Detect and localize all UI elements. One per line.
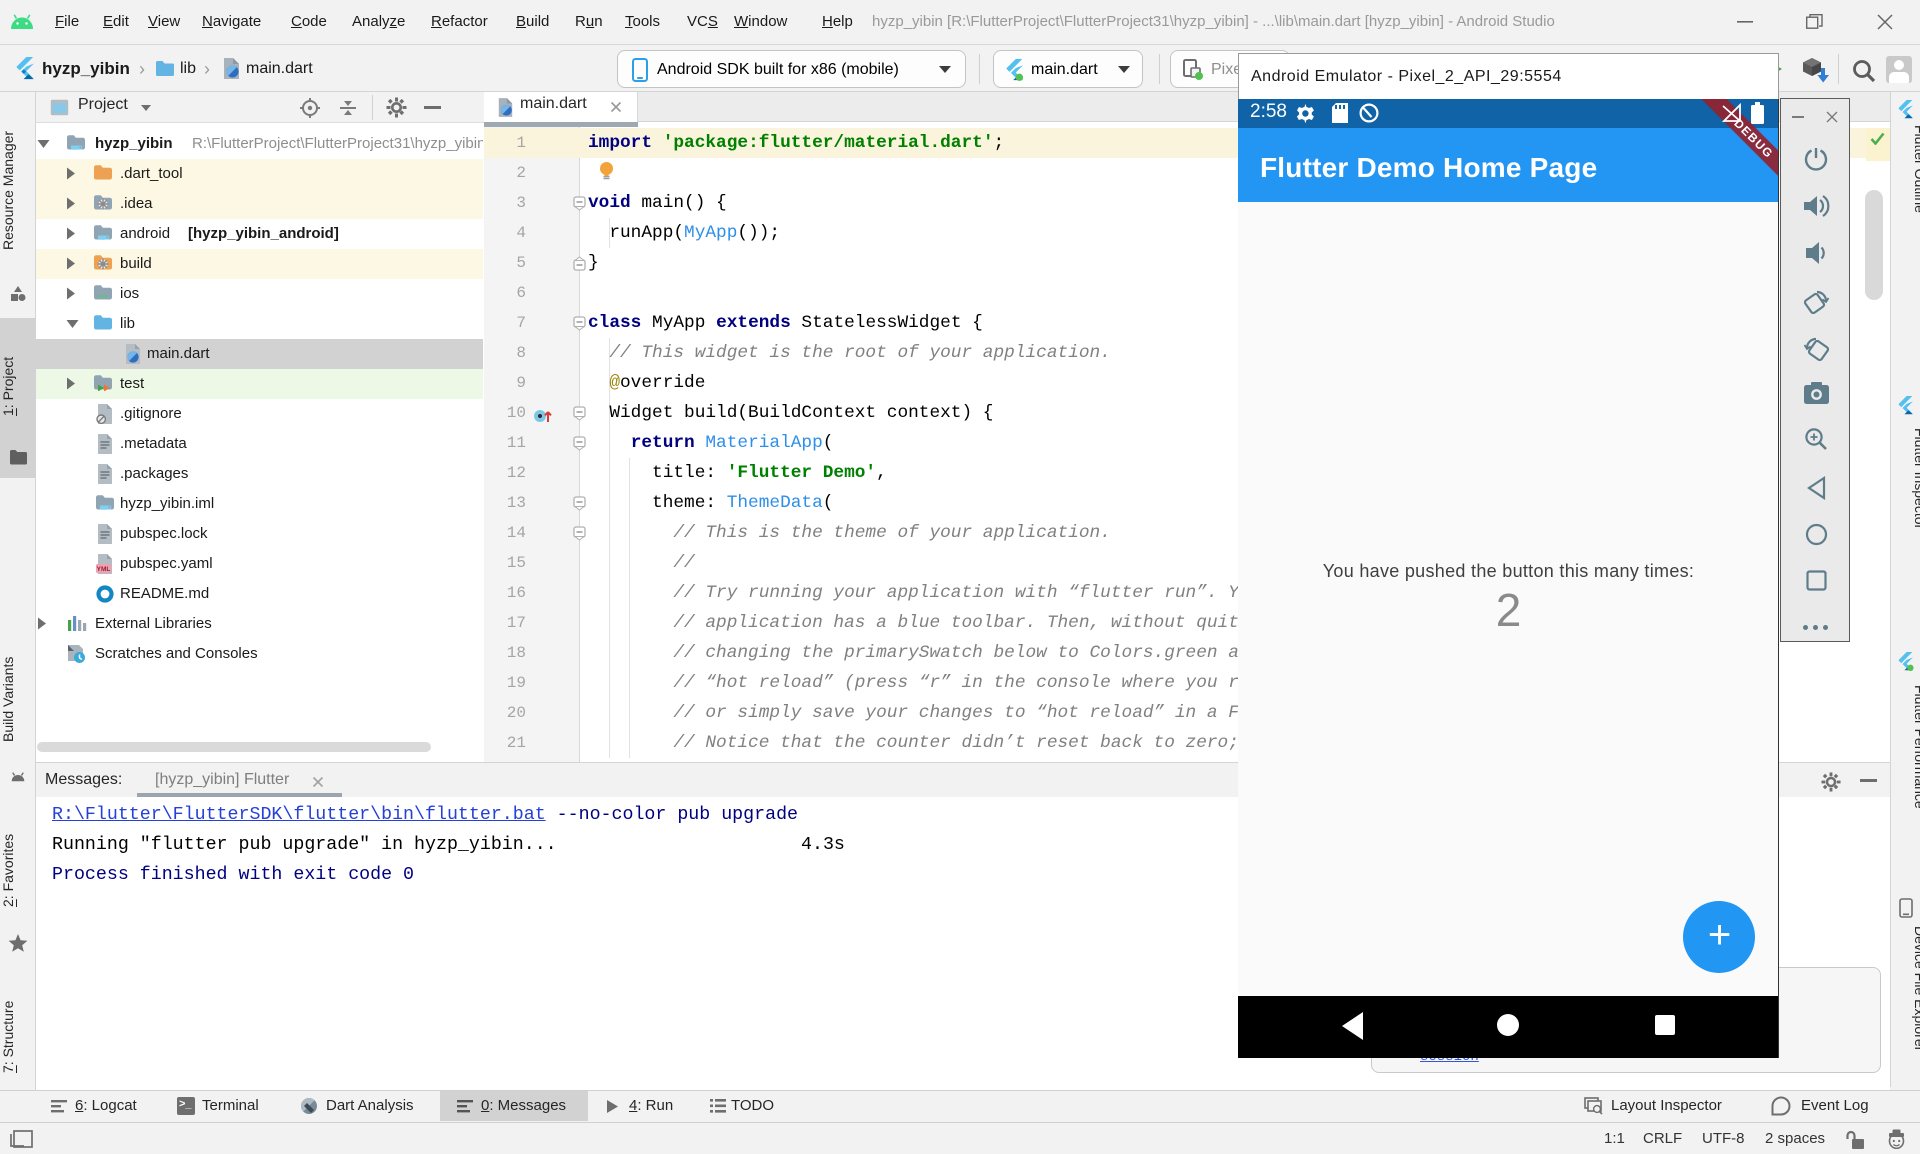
svg-text:YML: YML — [97, 566, 111, 573]
